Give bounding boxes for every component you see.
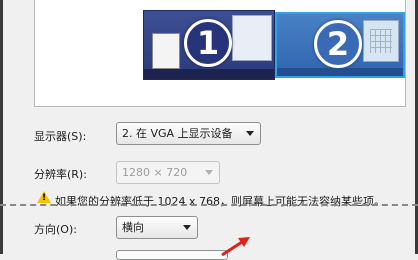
orientation-select[interactable]: 横向: [116, 216, 198, 239]
display-label: 显示器(S):: [34, 130, 87, 143]
orientation-label: 方向(O):: [34, 223, 77, 236]
window-thumbnail: [363, 20, 399, 62]
window-thumbnail: [152, 33, 180, 69]
multiple-displays-select[interactable]: [116, 250, 228, 260]
window-thumbnail: [232, 15, 272, 61]
taskbar-thumbnail: [277, 68, 403, 76]
warning-icon-mark: !: [42, 193, 47, 203]
grid-icon: [370, 29, 392, 53]
orientation-select-value: 横向: [122, 221, 144, 234]
taskbar-thumbnail: [144, 69, 274, 79]
chevron-down-icon: [246, 131, 254, 136]
resolution-select-value: 1280 × 720: [122, 166, 188, 179]
monitor-number-badge: 2: [314, 20, 362, 68]
monitor-1[interactable]: 1: [143, 10, 275, 80]
monitor-2[interactable]: 2: [275, 12, 405, 78]
resolution-warning-text: 如果您的分辨率低于 1024 x 768，则屏幕上可能无法容纳某些项。: [55, 195, 385, 208]
window-frame-left: [0, 0, 3, 254]
chevron-down-icon: [183, 225, 191, 230]
display-select[interactable]: 2. 在 VGA 上显示设备: [116, 122, 261, 145]
dashed-divider: [0, 204, 418, 206]
chevron-down-icon: [205, 170, 213, 175]
display-select-value: 2. 在 VGA 上显示设备: [122, 127, 233, 140]
monitor-number-badge: 1: [184, 19, 232, 67]
red-arrow-annotation: [221, 237, 250, 256]
resolution-select: 1280 × 720: [116, 161, 220, 184]
resolution-label: 分辨率(R):: [34, 168, 87, 181]
display-arrangement-preview: 1 2: [34, 0, 406, 107]
